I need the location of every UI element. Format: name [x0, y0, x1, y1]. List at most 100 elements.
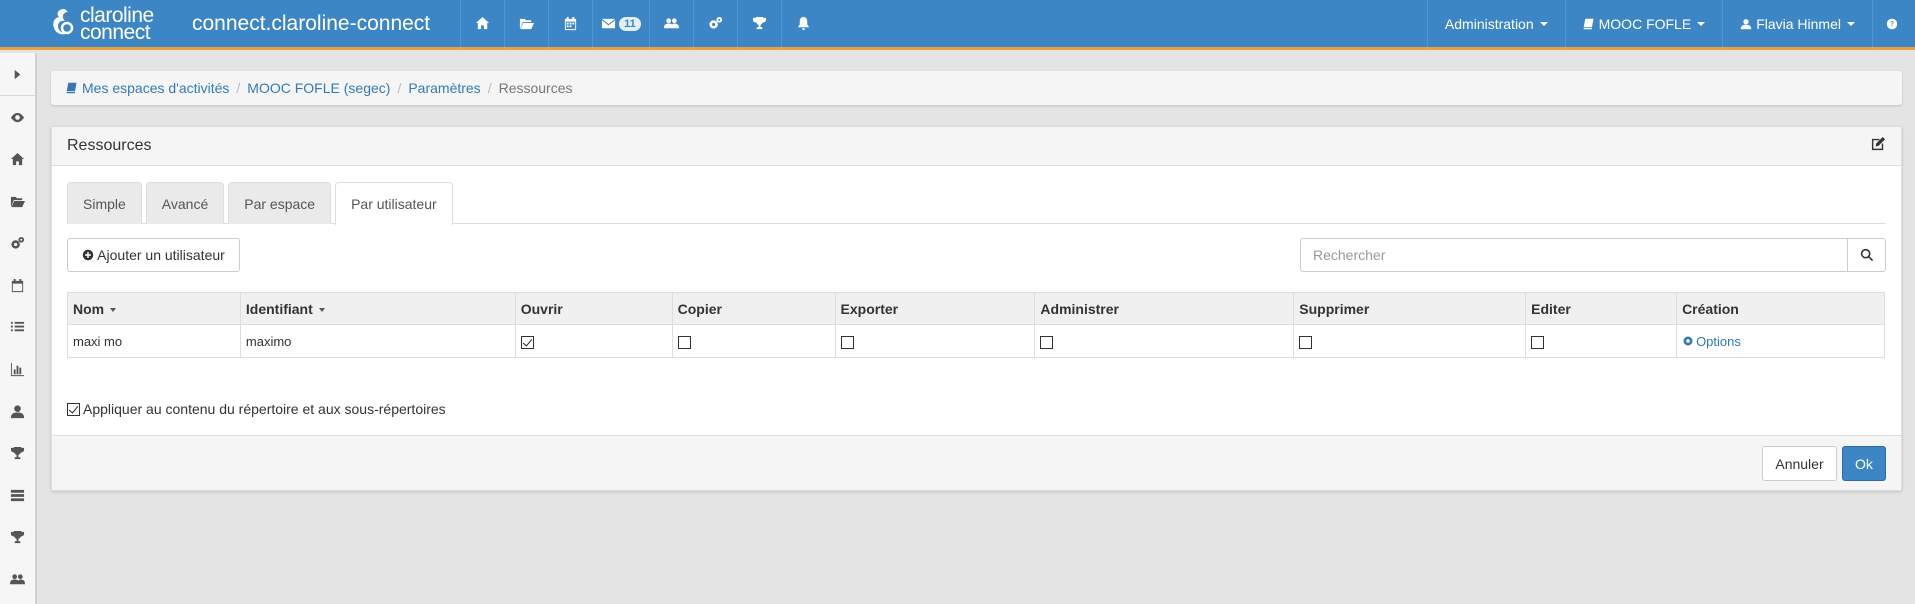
checkbox-ouvrir[interactable] [520, 335, 534, 349]
nav-notifications-button[interactable] [781, 0, 825, 49]
user-icon [1740, 18, 1752, 29]
checkbox-supprimer[interactable] [1299, 335, 1313, 349]
panel-footer: Annuler Ok [52, 435, 1901, 490]
column-header-identifiant[interactable]: Identifiant [239, 292, 516, 325]
sort-caret-icon [110, 307, 117, 312]
checkbox-copier[interactable] [677, 335, 691, 349]
checkbox-exporter[interactable] [840, 335, 854, 349]
nav-agenda-button[interactable] [548, 0, 592, 49]
sidebar-toggle-button[interactable] [0, 53, 35, 96]
question-circle-icon [1886, 18, 1898, 29]
column-label: Identifiant [245, 300, 313, 317]
calendar-icon [11, 278, 24, 292]
nav-badges-button[interactable] [737, 0, 781, 49]
administration-menu[interactable]: Administration [1426, 0, 1565, 49]
nav-home-button[interactable] [460, 0, 504, 49]
search-input[interactable] [1300, 238, 1848, 272]
cell-administrer [1034, 324, 1295, 358]
ok-button[interactable]: Ok [1842, 446, 1886, 481]
column-header-ouvrir: Ouvrir [514, 292, 673, 325]
edit-icon [1871, 136, 1886, 151]
add-user-label: Ajouter un utilisateur [97, 247, 225, 263]
cell-copier [671, 324, 836, 358]
breadcrumb-item-workspace[interactable]: MOOC FOFLE (segec) [247, 80, 390, 96]
book-icon [66, 82, 77, 94]
cell-exporter [834, 324, 1036, 358]
trophy-icon [10, 530, 25, 543]
panel-heading: Ressources [52, 127, 1901, 166]
breadcrumb-item-current: Ressources [498, 80, 573, 96]
table-row: maxi mo maximo Options [67, 324, 1885, 358]
site-title[interactable]: connect.claroline-connect [192, 12, 460, 36]
column-header-creation: Création [1676, 292, 1885, 325]
folder-open-icon [10, 196, 25, 207]
table-header-row: Nom Identifiant Ouvrir Copier Exporter A… [67, 292, 1885, 325]
messages-count-badge: 11 [619, 16, 641, 31]
calendar-icon [564, 16, 577, 31]
resources-panel: Ressources Simple Avancé Par espace Par … [51, 126, 1902, 491]
sidebar-item-parameters[interactable] [0, 222, 35, 264]
tab-by-workspace[interactable]: Par espace [228, 182, 332, 224]
search-button[interactable] [1847, 238, 1886, 272]
nav-tools-button[interactable] [693, 0, 737, 49]
checkbox-administrer[interactable] [1040, 335, 1054, 349]
apply-recursive-label: Appliquer au contenu du répertoire et au… [83, 401, 446, 417]
breadcrumb: Mes espaces d'activités / MOOC FOFLE (se… [51, 71, 1902, 105]
sidebar-item-agenda[interactable] [0, 264, 35, 306]
trophy-icon [752, 16, 767, 30]
column-header-nom[interactable]: Nom [67, 292, 241, 325]
options-label: Options [1696, 333, 1741, 349]
caret-right-icon [14, 69, 21, 79]
nav-resources-button[interactable] [504, 0, 548, 49]
cell-nom: maxi mo [67, 324, 241, 358]
apply-recursive-checkbox[interactable] [67, 402, 80, 416]
sidebar-item-groups[interactable] [0, 558, 35, 600]
sidebar-item-home[interactable] [0, 138, 35, 180]
plus-circle-icon [82, 249, 94, 261]
search-icon [1860, 248, 1873, 262]
nav-community-button[interactable] [649, 0, 693, 49]
sidebar-item-resources[interactable] [0, 180, 35, 222]
breadcrumb-item-parameters[interactable]: Paramètres [408, 80, 480, 96]
checkbox-editer[interactable] [1531, 335, 1545, 349]
trophy-icon [10, 446, 25, 459]
workspace-menu[interactable]: MOOC FOFLE [1564, 0, 1723, 49]
breadcrumb-item-workspaces[interactable]: Mes espaces d'activités [66, 80, 229, 96]
sidebar-item-users[interactable] [0, 390, 35, 432]
list-icon [10, 321, 25, 331]
nav-messages-button[interactable]: 11 [592, 0, 649, 49]
column-header-administrer: Administrer [1034, 292, 1295, 325]
user-menu[interactable]: Flavia Hinmel [1722, 0, 1872, 49]
breadcrumb-separator: / [397, 80, 402, 96]
column-header-editer: Editer [1525, 292, 1678, 325]
sidebar-item-competencies[interactable] [0, 516, 35, 558]
cancel-button[interactable]: Annuler [1762, 446, 1837, 481]
tasks-icon [10, 489, 25, 501]
column-header-copier: Copier [671, 292, 836, 325]
caret-down-icon [1847, 21, 1855, 26]
home-icon [10, 152, 25, 165]
book-icon [1583, 18, 1594, 29]
cell-creation: Options [1676, 324, 1885, 358]
edit-button[interactable] [1871, 136, 1886, 156]
top-navbar: claroline connect connect.claroline-conn… [0, 0, 1915, 50]
tab-advanced[interactable]: Avancé [145, 182, 225, 224]
creation-options-link[interactable]: Options [1682, 334, 1741, 349]
bar-chart-icon [10, 362, 25, 376]
brand-logo[interactable]: claroline connect [0, 0, 192, 49]
sidebar-item-tasks[interactable] [0, 474, 35, 516]
sidebar-item-preview[interactable] [0, 96, 35, 138]
cogs-icon [709, 16, 723, 29]
add-user-button[interactable]: Ajouter un utilisateur [67, 238, 240, 272]
tab-simple[interactable]: Simple [67, 182, 142, 224]
logo-line-2: connect [80, 20, 151, 44]
sidebar-item-badges[interactable] [0, 432, 35, 474]
sidebar-item-analytics[interactable] [0, 348, 35, 390]
panel-title: Ressources [67, 137, 152, 154]
user-menu-label: Flavia Hinmel [1756, 15, 1841, 32]
folder-open-icon [519, 18, 534, 30]
sidebar-item-list[interactable] [0, 306, 35, 348]
caret-down-icon [1539, 21, 1548, 26]
tab-by-user[interactable]: Par utilisateur [335, 182, 453, 225]
help-button[interactable] [1872, 0, 1915, 49]
